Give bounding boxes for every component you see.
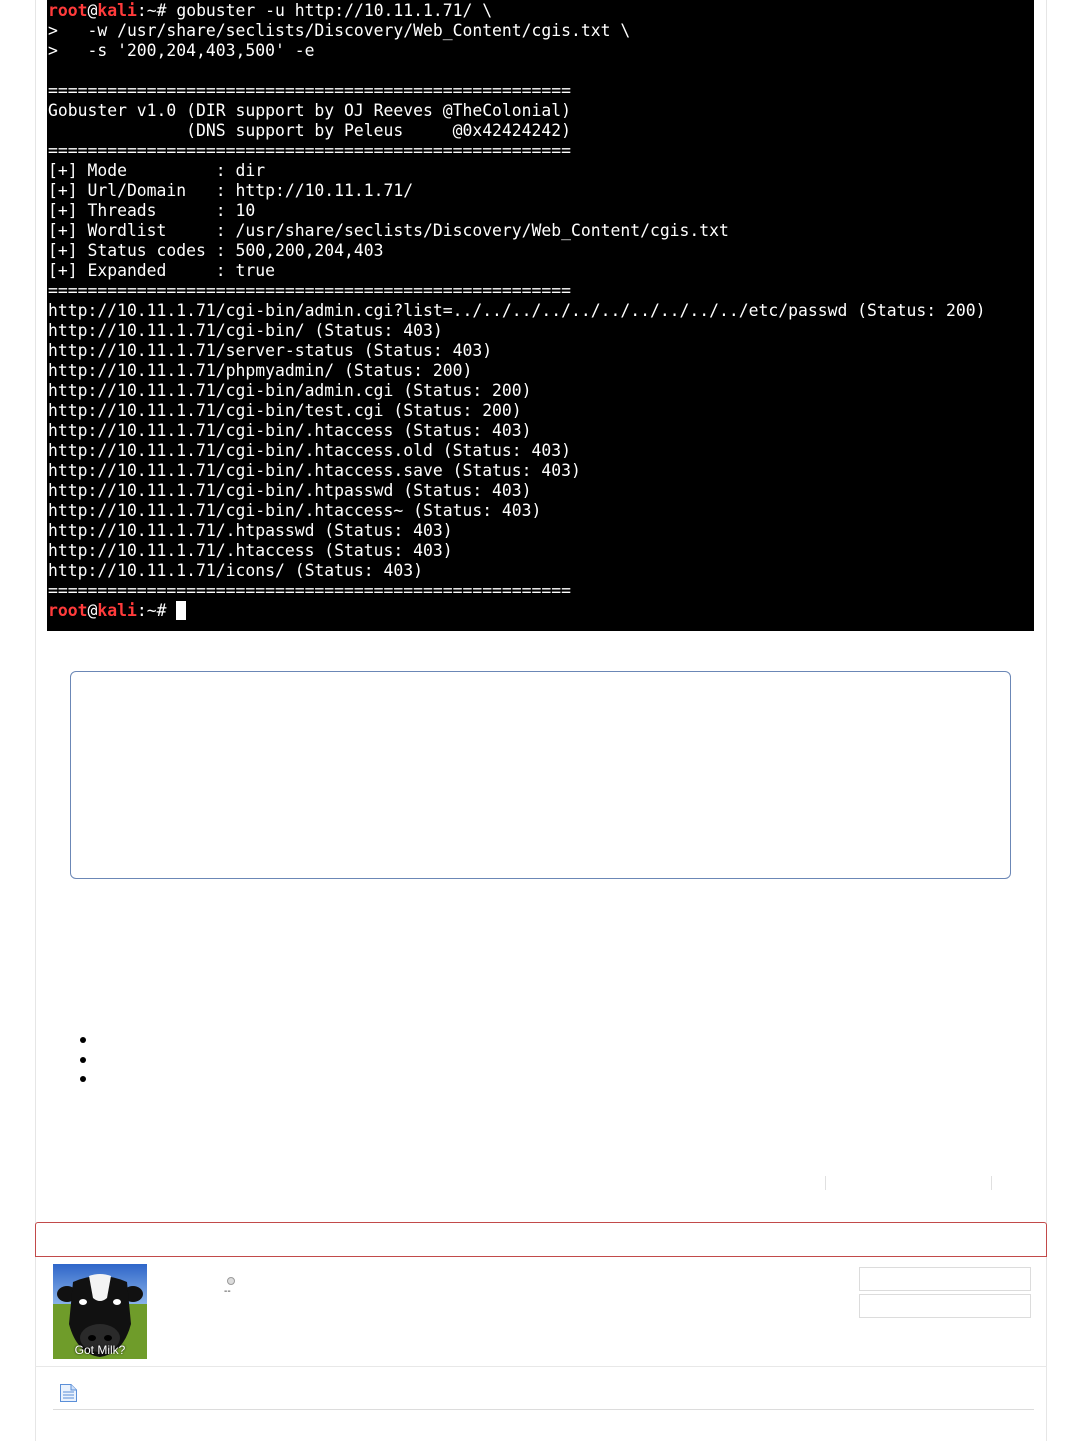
separator-line: ========================================…: [48, 81, 572, 100]
result-line: http://10.11.1.71/icons/ (Status: 403): [48, 561, 423, 580]
result-line: http://10.11.1.71/cgi-bin/.htaccess~ (St…: [48, 501, 542, 520]
list-item: [80, 1033, 100, 1053]
config-line: [+] Url/Domain : http://10.11.1.71/: [48, 181, 414, 200]
separator-line: ========================================…: [48, 581, 572, 600]
result-line: http://10.11.1.71/cgi-bin/.htaccess (Sta…: [48, 421, 532, 440]
side-panel-field: [859, 1267, 1031, 1291]
result-line: http://10.11.1.71/cgi-bin/admin.cgi?list…: [48, 301, 986, 320]
config-line: [+] Mode : dir: [48, 161, 266, 180]
command-line-1: gobuster -u http://10.11.1.71/ \: [176, 1, 493, 20]
terminal-output: root@kali:~# gobuster -u http://10.11.1.…: [47, 0, 1034, 621]
avatar[interactable]: Got Milk?: [53, 1264, 147, 1359]
terminal-screenshot: root@kali:~# gobuster -u http://10.11.1.…: [47, 0, 1034, 631]
document-icon[interactable]: [59, 1383, 78, 1407]
footer-divider: [35, 1366, 1047, 1367]
config-line: [+] Wordlist : /usr/share/seclists/Disco…: [48, 221, 729, 240]
offline-status-icon: [227, 1277, 235, 1285]
footer-divider: [53, 1409, 1034, 1410]
bullet-list: [80, 1033, 100, 1092]
prompt-at: @: [87, 1, 98, 20]
avatar-caption: Got Milk?: [74, 1343, 126, 1357]
banner-line-2: (DNS support by Peleus @0x42424242): [48, 121, 572, 140]
prompt-host: kali: [97, 601, 137, 620]
command-line-3: > -s '200,204,403,500' -e: [48, 41, 315, 60]
post-meta-separator: [825, 1176, 826, 1190]
command-line-2: > -w /usr/share/seclists/Discovery/Web_C…: [48, 21, 631, 40]
config-line: [+] Threads : 10: [48, 201, 256, 220]
list-item: [80, 1053, 100, 1073]
result-line: http://10.11.1.71/server-status (Status:…: [48, 341, 493, 360]
post-meta-separator: [991, 1176, 992, 1190]
prompt-at: @: [87, 601, 98, 620]
result-line: http://10.11.1.71/cgi-bin/.htpasswd (Sta…: [48, 481, 532, 500]
terminal-cursor: [176, 601, 187, 620]
prompt-host: kali: [97, 1, 137, 20]
result-line: http://10.11.1.71/phpmyadmin/ (Status: 2…: [48, 361, 473, 380]
config-line: [+] Expanded : true: [48, 261, 275, 280]
separator-line: ========================================…: [48, 281, 572, 300]
result-line: http://10.11.1.71/cgi-bin/.htaccess.old …: [48, 441, 572, 460]
prompt-user: root: [48, 601, 88, 620]
result-line: http://10.11.1.71/.htaccess (Status: 403…: [48, 541, 453, 560]
quote-box: [70, 671, 1011, 879]
result-line: http://10.11.1.71/cgi-bin/admin.cgi (Sta…: [48, 381, 532, 400]
signature-text: --: [224, 1286, 231, 1297]
banner-line-1: Gobuster v1.0 (DIR support by OJ Reeves …: [48, 101, 572, 120]
prompt-user: root: [48, 1, 88, 20]
separator-line: ========================================…: [48, 141, 572, 160]
prompt-suffix: :~#: [136, 601, 177, 620]
prompt-suffix: :~#: [136, 1, 177, 20]
post-header-bar: [35, 1222, 1047, 1257]
result-line: http://10.11.1.71/cgi-bin/ (Status: 403): [48, 321, 443, 340]
config-line: [+] Status codes : 500,200,204,403: [48, 241, 384, 260]
result-line: http://10.11.1.71/cgi-bin/.htaccess.save…: [48, 461, 581, 480]
result-line: http://10.11.1.71/.htpasswd (Status: 403…: [48, 521, 453, 540]
list-item: [80, 1072, 100, 1092]
result-line: http://10.11.1.71/cgi-bin/test.cgi (Stat…: [48, 401, 522, 420]
side-panel-field: [859, 1294, 1031, 1318]
